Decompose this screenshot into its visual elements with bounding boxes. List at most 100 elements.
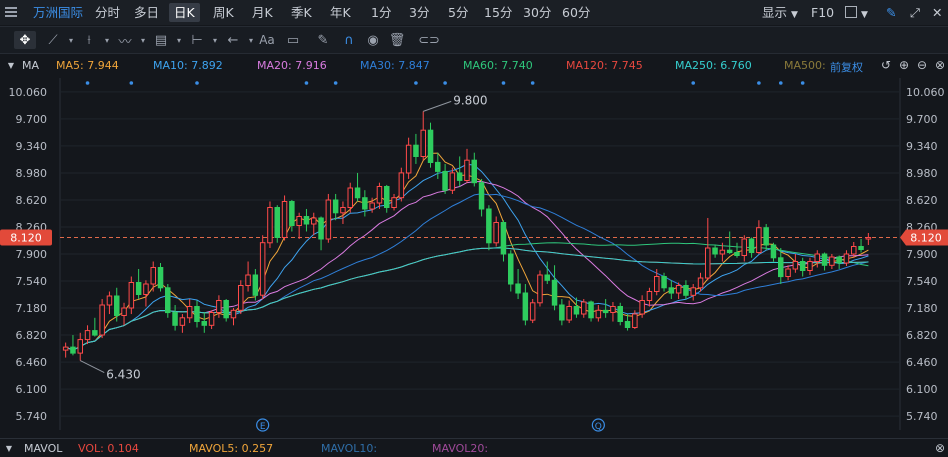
notice-dot[interactable] — [501, 81, 506, 85]
candle[interactable] — [763, 223, 769, 251]
candle[interactable] — [493, 216, 499, 247]
candle[interactable] — [464, 148, 470, 183]
candle[interactable] — [77, 332, 83, 361]
candle[interactable] — [486, 205, 492, 251]
candle[interactable] — [62, 342, 69, 358]
candle[interactable] — [413, 133, 419, 164]
candle[interactable] — [471, 152, 477, 187]
candle[interactable] — [515, 269, 521, 300]
chevron-down-icon[interactable]: ▼ — [2, 441, 16, 455]
notice-dot[interactable] — [85, 81, 90, 85]
notice-dot[interactable] — [129, 81, 134, 85]
candle[interactable] — [690, 284, 696, 301]
candle[interactable] — [829, 254, 835, 270]
candle[interactable] — [106, 291, 113, 315]
candle[interactable] — [99, 299, 105, 339]
candle[interactable] — [405, 137, 412, 179]
candle[interactable] — [712, 244, 718, 258]
candle[interactable] — [456, 156, 463, 187]
notice-dot[interactable] — [757, 81, 761, 85]
candle[interactable] — [362, 190, 368, 217]
candle[interactable] — [391, 193, 397, 211]
candle[interactable] — [581, 299, 587, 318]
candle[interactable] — [223, 299, 229, 322]
candle[interactable] — [617, 302, 623, 326]
candle[interactable] — [121, 302, 127, 326]
candle[interactable] — [114, 287, 120, 322]
candle[interactable] — [92, 317, 98, 337]
candle[interactable] — [610, 302, 616, 322]
candle[interactable] — [267, 201, 273, 248]
candle[interactable] — [201, 312, 207, 333]
candle[interactable] — [296, 212, 302, 239]
candle[interactable] — [566, 300, 572, 324]
candle[interactable] — [807, 257, 813, 276]
candle[interactable] — [194, 300, 200, 328]
candle[interactable] — [726, 231, 733, 254]
close-indicator-icon[interactable]: ⊗ — [933, 441, 947, 455]
candle[interactable] — [157, 263, 164, 292]
candle[interactable] — [238, 280, 244, 315]
candle[interactable] — [165, 284, 171, 318]
candle[interactable] — [865, 232, 872, 245]
candle[interactable] — [186, 299, 193, 324]
candle[interactable] — [208, 310, 215, 330]
candle[interactable] — [624, 314, 631, 331]
candle[interactable] — [588, 300, 594, 322]
volume-indicator-label[interactable]: MAVOL — [24, 442, 62, 455]
notice-dot[interactable] — [530, 81, 535, 85]
notice-dot[interactable] — [443, 81, 447, 85]
candle[interactable] — [778, 247, 784, 285]
candle[interactable] — [245, 261, 251, 292]
candle[interactable] — [70, 335, 76, 356]
candle[interactable] — [442, 163, 448, 194]
candle[interactable] — [770, 242, 777, 262]
candle[interactable] — [354, 172, 361, 202]
candle[interactable] — [522, 284, 529, 326]
candlestick-chart[interactable]: 10.060 10.060 9.700 9.700 9.340 9.340 8.980 8.9… — [0, 0, 948, 438]
notice-dot[interactable] — [414, 81, 418, 85]
notice-dot[interactable] — [304, 81, 309, 85]
candle[interactable] — [836, 255, 842, 270]
candle[interactable] — [318, 216, 324, 251]
candle[interactable] — [792, 254, 799, 273]
notice-dot[interactable] — [195, 81, 199, 85]
candle[interactable] — [311, 212, 317, 236]
candle[interactable] — [135, 269, 142, 300]
candle[interactable] — [230, 308, 237, 326]
candle[interactable] — [303, 208, 310, 232]
candle[interactable] — [172, 305, 178, 331]
candle[interactable] — [529, 299, 536, 324]
candle[interactable] — [252, 269, 259, 301]
candle[interactable] — [281, 195, 288, 241]
candle[interactable] — [646, 287, 653, 307]
candle[interactable] — [150, 261, 156, 292]
candle[interactable] — [814, 250, 820, 268]
candle[interactable] — [551, 265, 558, 311]
candle[interactable] — [500, 220, 507, 262]
candle[interactable] — [398, 167, 405, 202]
candle[interactable] — [384, 184, 390, 213]
candle[interactable] — [143, 280, 149, 307]
candle[interactable] — [683, 280, 689, 300]
candle[interactable] — [84, 325, 91, 345]
candle[interactable] — [274, 205, 280, 243]
candle[interactable] — [748, 237, 755, 258]
candle[interactable] — [639, 295, 645, 318]
candle[interactable] — [332, 193, 339, 221]
candle[interactable] — [537, 270, 543, 307]
candle[interactable] — [128, 276, 135, 315]
candle[interactable] — [259, 235, 266, 300]
notice-dot[interactable] — [778, 81, 783, 85]
candle[interactable] — [376, 182, 383, 209]
candle[interactable] — [821, 252, 828, 271]
candle[interactable] — [734, 242, 740, 258]
candle[interactable] — [544, 261, 550, 285]
notice-dot[interactable] — [333, 81, 338, 85]
candle[interactable] — [595, 305, 602, 322]
candle[interactable] — [325, 193, 332, 243]
candle[interactable] — [179, 314, 186, 333]
candle[interactable] — [340, 201, 346, 224]
candle[interactable] — [668, 280, 675, 300]
candle[interactable] — [427, 122, 434, 168]
